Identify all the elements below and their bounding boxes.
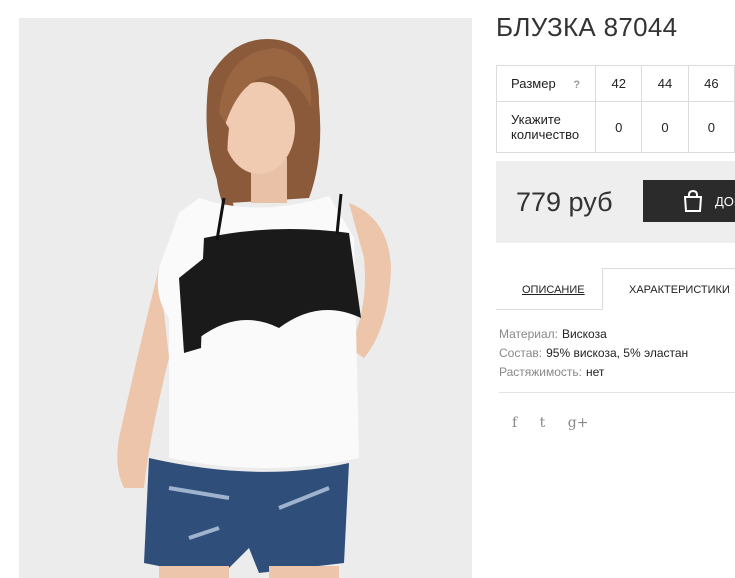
size-help-icon[interactable]: ? (573, 79, 580, 91)
size-table: Размер ? 42 44 46 Укажите количество 0 0… (495, 65, 735, 153)
social-share: f t g+ (512, 414, 606, 432)
tab-characteristics-label: ХАРАКТЕРИСТИКИ (629, 284, 730, 296)
model-illustration (19, 18, 472, 578)
quantity-label: Укажите количество (495, 101, 597, 153)
char-row-stretch: Растяжимость: нет (499, 363, 688, 382)
char-label: Состав: (499, 346, 543, 360)
char-value: Вискоза (561, 327, 607, 341)
char-label: Растяжимость: (499, 365, 583, 379)
product-title: БЛУЗКА 87044 (496, 12, 678, 42)
quantity-44[interactable]: 0 (641, 101, 689, 153)
size-label: Размер (511, 76, 556, 91)
char-row-composition: Состав: 95% вискоза, 5% эластан (499, 344, 688, 363)
price-box: 779 руб ДОБ (496, 161, 735, 243)
twitter-icon[interactable]: t (540, 415, 546, 431)
tab-description-label: ОПИСАНИЕ (522, 284, 585, 296)
size-46[interactable]: 46 (687, 65, 735, 102)
product-tabs: ОПИСАНИЕ ХАРАКТЕРИСТИКИ (496, 268, 735, 310)
size-42[interactable]: 42 (595, 65, 643, 102)
quantity-46[interactable]: 0 (687, 101, 735, 153)
product-photo[interactable] (19, 18, 472, 578)
size-44[interactable]: 44 (641, 65, 689, 102)
quantity-row: Укажите количество 0 0 0 (495, 101, 735, 153)
tab-description[interactable]: ОПИСАНИЕ (496, 268, 602, 310)
add-to-cart-button[interactable]: ДОБ (643, 180, 735, 222)
char-value: 95% вискоза, 5% эластан (546, 346, 689, 360)
size-row: Размер ? 42 44 46 (495, 65, 735, 102)
divider (499, 392, 735, 393)
char-value: нет (586, 365, 605, 379)
price: 779 руб (516, 187, 613, 217)
tab-characteristics[interactable]: ХАРАКТЕРИСТИКИ (602, 268, 735, 310)
char-row-material: Материал: Вискоза (499, 325, 688, 344)
quantity-42[interactable]: 0 (595, 101, 643, 153)
char-label: Материал: (499, 327, 558, 341)
shopping-bag-icon (683, 189, 703, 212)
facebook-icon[interactable]: f (512, 415, 517, 431)
google-plus-icon[interactable]: g+ (568, 415, 589, 431)
add-to-cart-label: ДОБ (715, 194, 735, 209)
size-label-cell: Размер ? (495, 65, 597, 102)
characteristics-list: Материал: Вискоза Состав: 95% вискоза, 5% … (499, 325, 688, 382)
